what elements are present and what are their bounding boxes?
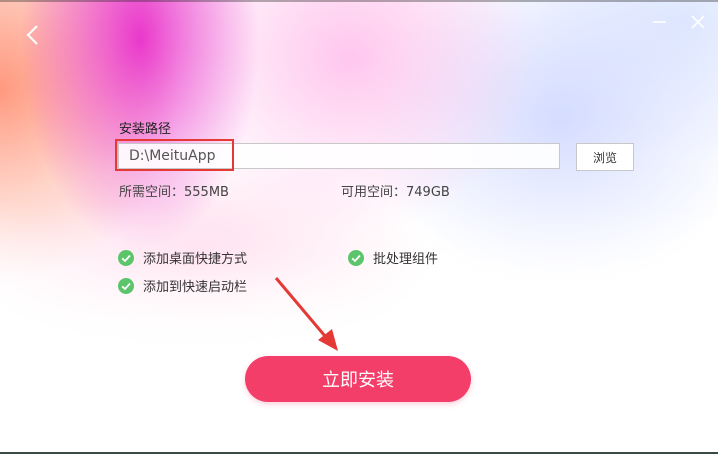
install-now-button[interactable]: 立即安装 bbox=[245, 356, 471, 402]
option-label: 添加桌面快捷方式 bbox=[143, 252, 248, 267]
install-path-input[interactable] bbox=[118, 143, 560, 169]
close-icon bbox=[691, 15, 705, 29]
required-space-text: 所需空间：555MB bbox=[119, 185, 229, 200]
annotation-arrow-icon bbox=[274, 277, 338, 351]
install-path-label: 安装路径 bbox=[119, 122, 172, 137]
close-button[interactable] bbox=[688, 12, 708, 32]
check-circle-icon bbox=[348, 249, 364, 266]
available-space-text: 可用空间：749GB bbox=[341, 185, 450, 200]
option-quick-launch[interactable]: 添加到快速启动栏 bbox=[118, 276, 247, 295]
option-batch-component[interactable]: 批处理组件 bbox=[348, 248, 438, 267]
minimize-button[interactable] bbox=[650, 12, 670, 32]
option-label: 批处理组件 bbox=[373, 252, 439, 267]
check-circle-icon bbox=[118, 277, 134, 294]
minimize-icon bbox=[653, 21, 666, 23]
back-button[interactable] bbox=[22, 22, 44, 48]
check-circle-icon bbox=[118, 249, 134, 266]
chevron-left-icon bbox=[26, 25, 38, 45]
browse-button[interactable]: 浏览 bbox=[576, 143, 634, 171]
option-desktop-shortcut[interactable]: 添加桌面快捷方式 bbox=[118, 248, 247, 267]
installer-window: 安装路径 浏览 所需空间：555MB 可用空间：749GB 添加桌面快捷方式 批… bbox=[0, 0, 718, 454]
option-label: 添加到快速启动栏 bbox=[143, 280, 248, 295]
